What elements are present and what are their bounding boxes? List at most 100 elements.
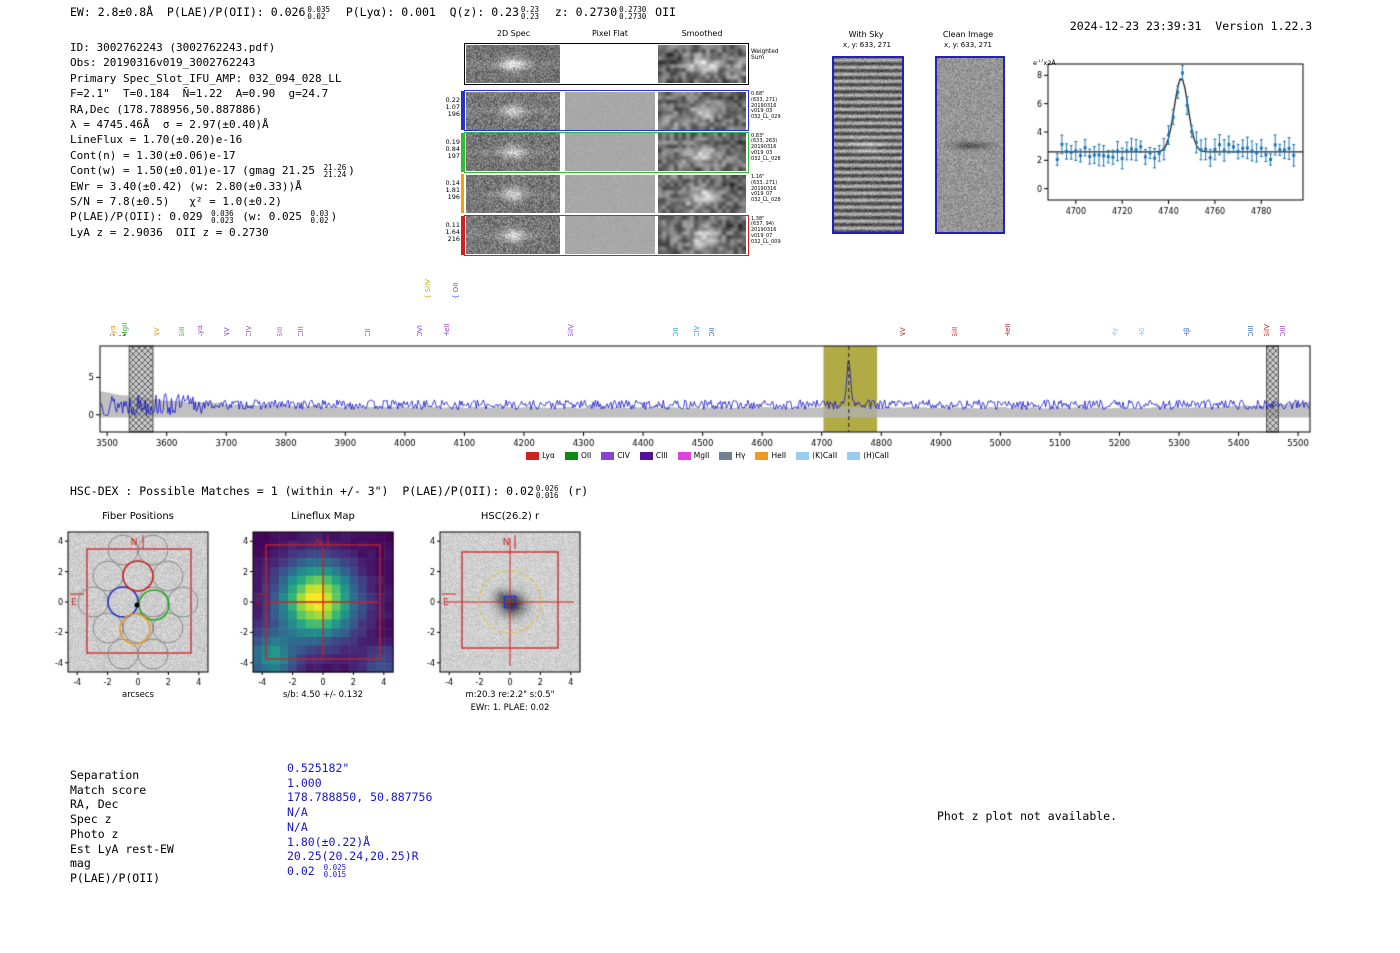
fiber-row-pixelflat-image: [565, 216, 655, 254]
info-line: LineFlux = 1.70(±0.20)e-16: [70, 133, 243, 147]
full-spectrum-chart: [85, 336, 1330, 450]
withsky-coords: x, y: 633, 271: [843, 41, 891, 49]
match-row-value: N/A: [287, 819, 308, 834]
fiber-row-smoothed-image: [658, 174, 746, 213]
match-row-label: P(LAE)/P(OII): [70, 870, 161, 885]
fiber-row-2dspec-image: [466, 216, 560, 254]
fiber-row-annotation: 1.38" (637, 94) 20190316 v019_07 032_LL_009: [751, 215, 781, 245]
stacked-uncertainty: 0.026 0.016: [535, 483, 559, 500]
legend-swatch: [526, 451, 540, 460]
match-row-label: Separation: [70, 768, 140, 782]
col-header-pixelflat: Pixel Flat: [592, 29, 628, 38]
summary-line: EW: 2.8±0.8Å P(LAE)/P(OII): 0.026 0.035 0.…: [70, 4, 676, 21]
fiber-row-weights: 0.11 1.64 216: [445, 220, 460, 243]
fiber-row-weights: 0.22 1.07 196: [445, 96, 460, 118]
clean-coords: x, y: 633, 271: [944, 41, 992, 49]
legend-swatch: [719, 451, 733, 460]
fiber-row-pixelflat-image: [565, 91, 655, 130]
match-row-label: mag: [70, 856, 91, 871]
legend-item: (H)CaII: [847, 451, 889, 460]
col-header-2dspec: 2D Spec: [496, 29, 531, 38]
info-line: Cont(n) = 1.30(±0.06)e-17: [70, 148, 236, 162]
hsc-match-header: HSC-DEX : Possible Matches = 1 (within +…: [70, 483, 589, 500]
cutout-xlabel-fiber: arcsecs: [122, 690, 154, 700]
fiber-row-annotation: 0.83" (633, 263) 20190316 v019_03 032_LL_028: [751, 132, 781, 162]
info-line: Cont(w) = 1.50(±0.01)e-17 (gmag 21.25 21…: [70, 163, 355, 180]
weighted-sum-label: Weighted Sum: [751, 49, 779, 61]
fiber-row-annotation: 0.68" (633, 271) 20190316 v019_03 032_LL_029: [751, 91, 781, 121]
photz-note: Phot z plot not available.: [937, 809, 1118, 823]
legend-swatch: [564, 451, 578, 460]
cutout-xlabel-lineflux: s/b: 4.50 +/- 0.132: [283, 690, 363, 700]
legend-item: CIV: [601, 451, 630, 460]
info-line: λ = 4745.46Å σ = 2.97(±0.40)Å: [70, 118, 269, 132]
match-row-value: 0.525182": [287, 761, 350, 775]
legend-item: Lyα: [526, 451, 555, 460]
fiber-row-smoothed-image: [658, 216, 746, 254]
legend-swatch: [796, 451, 810, 460]
info-line: Primary Spec_Slot_IFU_AMP: 032_094_028_L…: [70, 71, 342, 85]
info-line: S/N = 7.8(±0.5) χ² = 1.0(±0.2): [70, 195, 282, 209]
info-line: LyA z = 2.9036 OII z = 0.2730: [70, 225, 269, 239]
elixer-report-page: { "header": { "parts": [ {"t":"EW: 2.8±0…: [0, 0, 1400, 953]
stacked-uncertainty: 0.03 0.02: [310, 209, 329, 226]
linefit-ylabel: e-17x2Å: [1033, 58, 1056, 68]
match-row-value: 20.25(20.24,20.25)R: [287, 849, 419, 864]
stacked-uncertainty: 21.26 21.24: [323, 163, 347, 180]
weighted-sum-2dspec-image: [466, 45, 560, 83]
info-line: F=2.1" T=0.184 N̄=1.22 A=0.90 g=24.7: [70, 87, 329, 101]
info-line: ID: 3002762243 (3002762243.pdf): [70, 41, 276, 54]
match-row-label: Est LyA rest-EW: [70, 841, 174, 856]
match-row-value: 0.02 0.025 0.015: [287, 863, 347, 880]
stacked-uncertainty: 0.025 0.015: [323, 863, 347, 880]
withsky-image: [832, 56, 904, 234]
fiber-row-2dspec-image: [466, 91, 560, 130]
legend-swatch: [601, 451, 615, 460]
cutout-title-hsc: HSC(26.2) r: [480, 511, 540, 522]
info-line: P(LAE)/P(OII): 0.029 0.036 0.023 (w: 0.02…: [70, 209, 338, 226]
withsky-title: With Sky: [848, 30, 884, 39]
legend-item: CIII: [639, 451, 668, 460]
fiber-positions-image: [40, 528, 220, 692]
weighted-sum-pixelflat-image: [565, 45, 655, 83]
fiber-row-2dspec-image: [466, 174, 560, 213]
stacked-uncertainty: 0.036 0.023: [211, 209, 234, 226]
fiber-row-weights: 0.19 0.84 197: [445, 137, 460, 160]
fiber-row-pixelflat-image: [565, 133, 655, 171]
legend-item: OII: [564, 451, 591, 460]
fiber-row-2dspec-image: [466, 133, 560, 171]
emission-line-label: { OII: [451, 282, 460, 299]
match-row-label: Photo z: [70, 826, 119, 841]
report-meta: 2024-12-23 23:39:31 Version 1.22.3: [1056, 5, 1312, 33]
stacked-uncertainty: 0.23 0.23: [520, 4, 539, 21]
fiber-row-pixelflat-image: [565, 174, 655, 213]
legend-item: Hγ: [719, 451, 745, 460]
emission-line-label: { SiIV: [424, 279, 433, 299]
match-row-label: Match score: [70, 782, 147, 797]
timestamp: 2024-12-23 23:39:31: [1069, 19, 1202, 33]
line-fit-chart: [1025, 52, 1335, 222]
match-row-value: N/A: [287, 805, 308, 820]
detection-info-block: ID: 3002762243 (3002762243.pdf) Obs: 2019…: [70, 40, 355, 240]
fiber-row-weights: 0.14 1.81 196: [445, 179, 460, 201]
fiber-row-color-tick: [461, 174, 464, 213]
match-row-value: 1.000: [287, 775, 322, 790]
legend-swatch: [755, 451, 769, 460]
legend-swatch: [639, 451, 653, 460]
hsc-cutout-image: [412, 528, 592, 692]
fiber-row-annotation: 1.16" (633, 271) 20190316 v019_07 032_LL_028: [751, 174, 781, 204]
fiber-row-smoothed-image: [658, 133, 746, 171]
cutout-xlabel-hsc: m:20.3 re:2.2" s:0.5": [465, 690, 555, 700]
weighted-sum-smoothed-image: [658, 45, 746, 83]
match-row-label: RA, Dec: [70, 797, 119, 812]
info-line: Obs: 20190316v019_3002762243: [70, 56, 256, 70]
match-row-label: Spec z: [70, 812, 112, 827]
clean-title: Clean Image: [942, 30, 994, 39]
match-row-value: 178.788850, 50.887756: [287, 790, 433, 805]
cutout-title-lineflux: Lineflux Map: [291, 511, 355, 522]
legend-item: HeII: [755, 451, 786, 460]
col-header-smoothed: Smoothed: [681, 29, 723, 38]
clean-image: [935, 56, 1005, 234]
legend-swatch: [677, 451, 691, 460]
cutout-title-fiber: Fiber Positions: [102, 511, 174, 522]
